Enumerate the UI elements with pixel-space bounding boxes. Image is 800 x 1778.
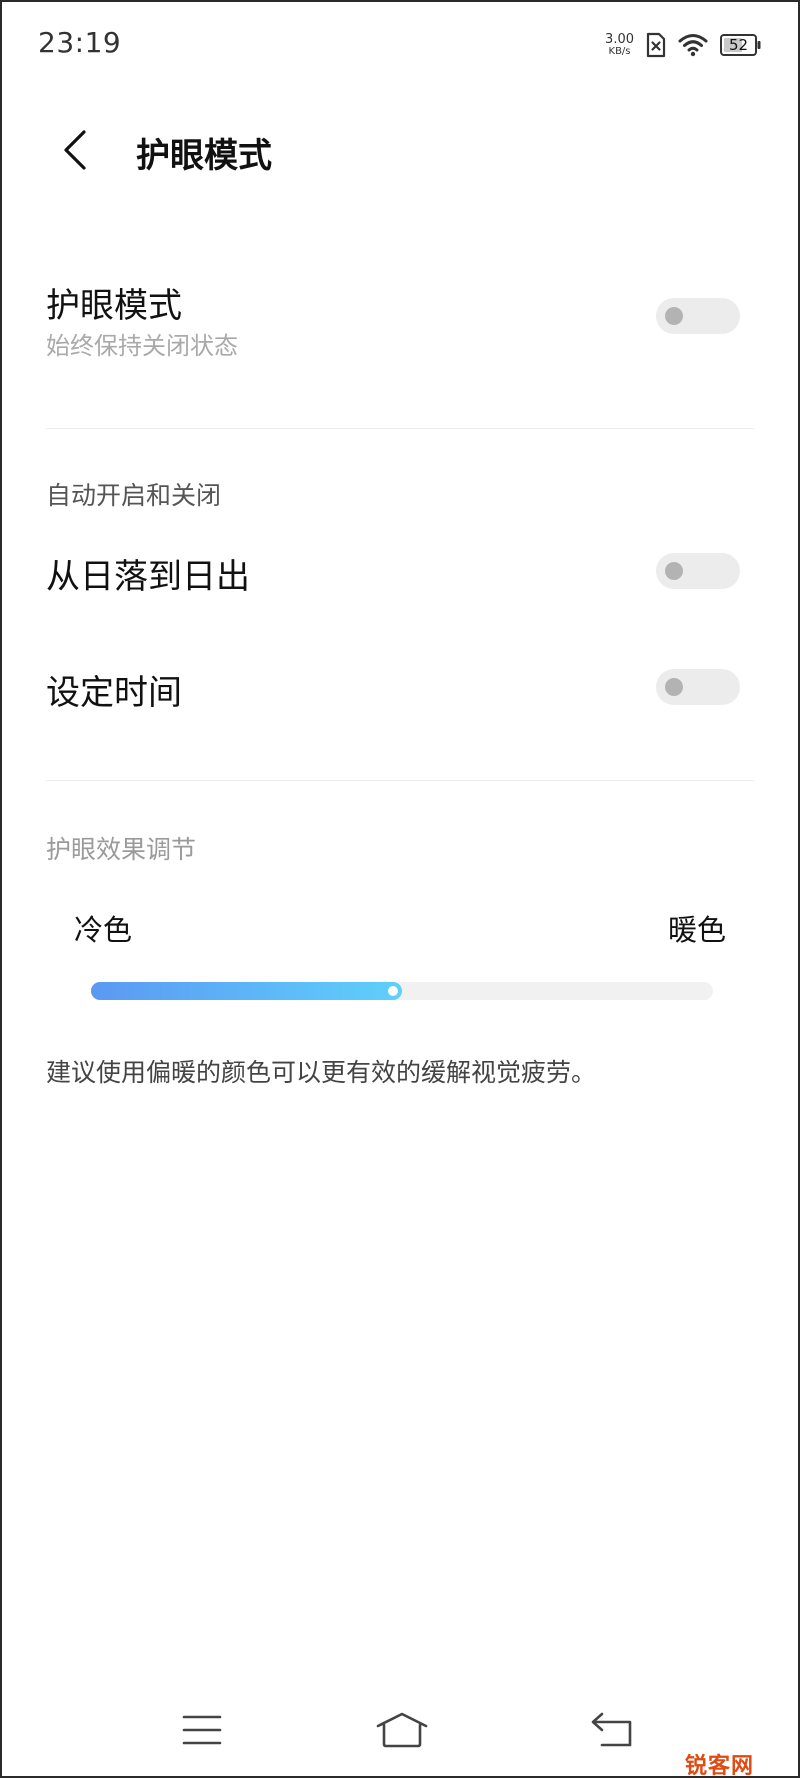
sunset-sunrise-label: 从日落到日出 [46,557,250,597]
slider-labels: 冷色 暖色 [2,907,798,951]
wifi-icon [678,33,708,57]
slider-fill [91,982,402,1000]
home-button[interactable] [372,1702,432,1762]
status-time: 23:19 [38,26,122,59]
page-title: 护眼模式 [136,136,272,176]
nav-back-button[interactable] [582,1702,642,1762]
auto-section-label: 自动开启和关闭 [46,481,222,510]
no-sim-icon [646,32,666,58]
warm-color-label: 暖色 [667,913,726,947]
watermark-logo: 锐客网 [684,1754,754,1778]
status-bar: 23:19 3.00 KB/s 52 [2,2,798,88]
return-icon [590,1712,634,1752]
battery-icon: 52 [720,34,762,56]
slider-thumb[interactable] [388,986,398,996]
back-button[interactable] [50,122,100,182]
network-speed-unit: KB/s [608,46,631,57]
scheduled-time-label: 设定时间 [46,673,182,713]
cold-color-label: 冷色 [74,913,133,947]
eye-care-subtitle: 始终保持关闭状态 [46,332,238,360]
hint-text: 建议使用偏暖的颜色可以更有效的缓解视觉疲劳。 [46,1058,597,1087]
sunset-sunrise-toggle[interactable] [656,553,740,589]
menu-button[interactable] [172,1702,232,1762]
home-icon [376,1712,428,1752]
chevron-left-icon [62,129,88,175]
divider [46,428,754,429]
eye-care-title: 护眼模式 [46,286,182,326]
color-temperature-slider[interactable] [91,982,713,1000]
toggle-knob [665,678,683,696]
eye-care-toggle[interactable] [656,298,740,334]
status-icons: 3.00 KB/s 52 [605,28,762,62]
effect-section-label: 护眼效果调节 [46,835,197,864]
toggle-knob [665,562,683,580]
network-speed: 3.00 KB/s [605,33,634,57]
battery-level: 52 [728,36,749,54]
navigation-bar [2,1702,798,1762]
network-speed-value: 3.00 [605,32,634,47]
scheduled-time-toggle[interactable] [656,669,740,705]
header: 护眼模式 [2,112,798,192]
menu-icon [182,1714,222,1750]
toggle-knob [665,307,683,325]
screen-frame: 23:19 3.00 KB/s 52 护眼模式 护眼模式 始终保持关闭状态 自动… [0,0,800,1778]
divider [46,780,754,781]
